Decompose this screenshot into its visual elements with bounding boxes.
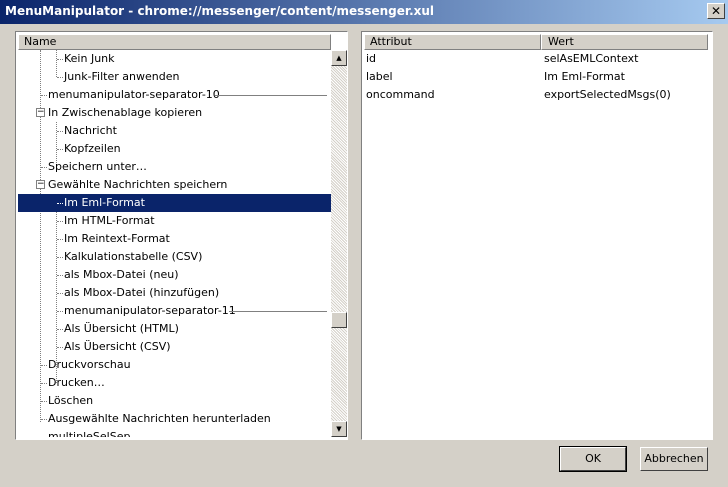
table-row[interactable]: oncommand exportSelectedMsgs(0)	[364, 86, 708, 104]
tree-item[interactable]: − In Zwischenablage kopieren	[18, 104, 331, 122]
title-bar: MenuManipulator - chrome://messenger/con…	[0, 0, 728, 24]
tree-item[interactable]: multipleSelSep	[18, 428, 331, 437]
attribute-name: id	[366, 52, 377, 65]
tree-item[interactable]: Als Übersicht (HTML)	[18, 320, 331, 338]
tree-item[interactable]: Als Übersicht (CSV)	[18, 338, 331, 356]
collapse-icon[interactable]: −	[36, 108, 45, 117]
arrow-down-icon: ▼	[336, 425, 342, 433]
tree-item[interactable]: Nachricht	[18, 122, 331, 140]
tree-item[interactable]: Drucken…	[18, 374, 331, 392]
attribute-value: Im Eml-Format	[544, 70, 625, 83]
attribute-name: label	[366, 70, 393, 83]
tree-item[interactable]: als Mbox-Datei (hinzufügen)	[18, 284, 331, 302]
menu-tree: Kein Junk Junk-Filter anwenden menumanip…	[18, 50, 331, 437]
name-column-header[interactable]: Name	[18, 34, 331, 50]
table-row[interactable]: id selAsEMLContext	[364, 50, 708, 68]
menu-tree-panel: Name Kein Junk Junk-Filter anwenden menu…	[15, 31, 348, 440]
attribute-value: exportSelectedMsgs(0)	[544, 88, 671, 101]
tree-item-selected[interactable]: Im Eml-Format	[18, 194, 331, 212]
attribute-value: selAsEMLContext	[544, 52, 639, 65]
tree-item[interactable]: Im Reintext-Format	[18, 230, 331, 248]
cancel-button[interactable]: Abbrechen	[640, 447, 708, 471]
tree-item[interactable]: Kalkulationstabelle (CSV)	[18, 248, 331, 266]
tree-item-separator[interactable]: menumanipulator-separator-11	[18, 302, 331, 320]
tree-item[interactable]: Druckvorschau	[18, 356, 331, 374]
ok-button[interactable]: OK	[559, 446, 627, 472]
tree-item[interactable]: Löschen	[18, 392, 331, 410]
tree-item[interactable]: als Mbox-Datei (neu)	[18, 266, 331, 284]
tree-item-separator[interactable]: menumanipulator-separator-10	[18, 86, 331, 104]
close-button[interactable]: ✕	[707, 3, 725, 19]
tree-item[interactable]: Kopfzeilen	[18, 140, 331, 158]
arrow-up-icon: ▲	[336, 54, 342, 62]
pane-splitter[interactable]	[352, 30, 360, 440]
scroll-down-button[interactable]: ▼	[331, 421, 347, 437]
table-row[interactable]: label Im Eml-Format	[364, 68, 708, 86]
attribute-name: oncommand	[366, 88, 435, 101]
tree-item[interactable]: Speichern unter…	[18, 158, 331, 176]
scroll-up-button[interactable]: ▲	[331, 50, 347, 66]
tree-item[interactable]: Junk-Filter anwenden	[18, 68, 331, 86]
window-title: MenuManipulator - chrome://messenger/con…	[5, 4, 435, 18]
attributes-panel: Attribut Wert id selAsEMLContext label I…	[361, 31, 713, 440]
tree-item[interactable]: Ausgewählte Nachrichten herunterladen	[18, 410, 331, 428]
collapse-icon[interactable]: −	[36, 180, 45, 189]
tree-scrollbar[interactable]: ▲ ▼	[331, 50, 347, 437]
close-icon: ✕	[710, 4, 722, 18]
scrollbar-thumb[interactable]	[331, 312, 347, 328]
tree-item[interactable]: Im HTML-Format	[18, 212, 331, 230]
attribute-column-header[interactable]: Attribut	[364, 34, 541, 50]
attributes-table: id selAsEMLContext label Im Eml-Format o…	[364, 50, 708, 437]
tree-item[interactable]: − Gewählte Nachrichten speichern	[18, 176, 331, 194]
tree-item[interactable]: Kein Junk	[18, 50, 331, 68]
value-column-header[interactable]: Wert	[541, 34, 708, 50]
